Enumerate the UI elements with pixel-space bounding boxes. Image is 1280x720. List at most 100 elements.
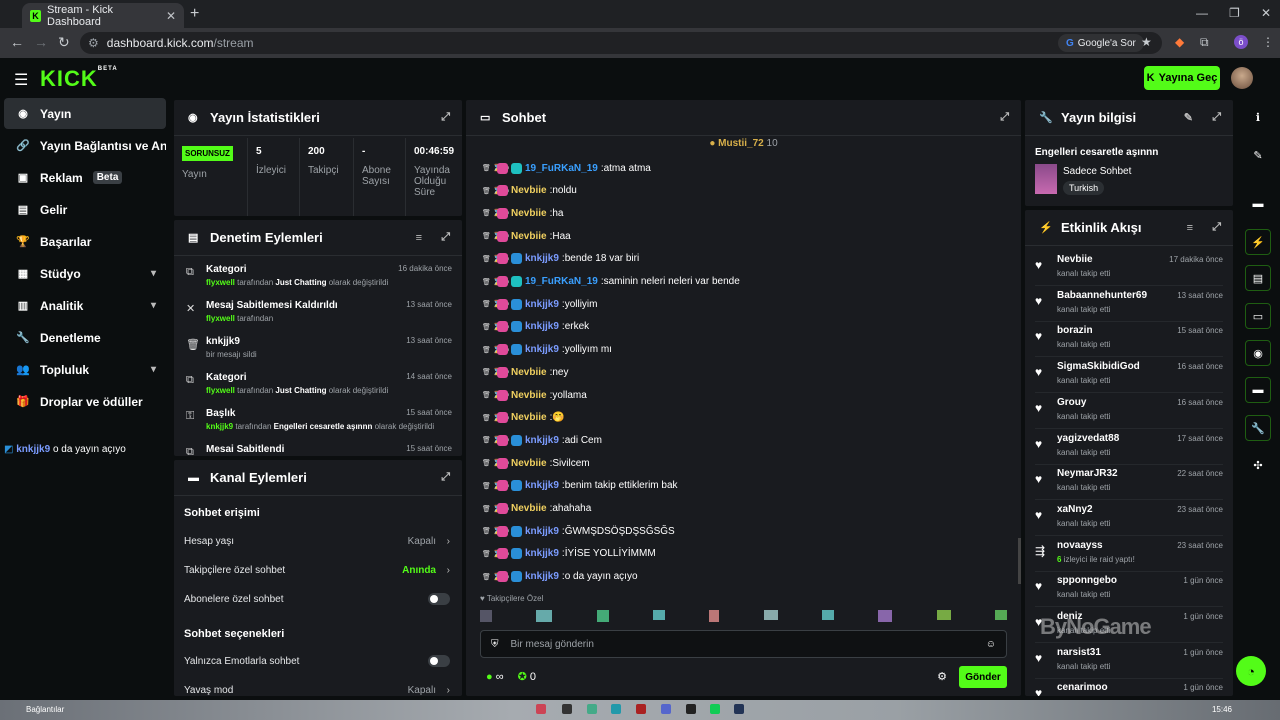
broadcast-icon[interactable]: ◉	[1245, 340, 1271, 366]
reload-icon[interactable]: ↻	[58, 34, 70, 51]
new-tab-button[interactable]: +	[190, 5, 199, 23]
sidebar-item-ads[interactable]: ▣ Reklam Beta	[4, 162, 166, 193]
chat-message[interactable]: 🗑 ⌛ ⊘ Nevbiie: Haa	[482, 226, 571, 246]
sidebar-item-achievements[interactable]: 🏆 Başarılar	[4, 226, 166, 257]
chat-username[interactable]: knkjjk9	[525, 435, 559, 446]
chat-message[interactable]: 🗑 ⌛ ⊘ knkjjk9: bende 18 var biri	[482, 249, 639, 269]
activity-user[interactable]: yagizvedat88	[1057, 433, 1119, 444]
bolt-icon[interactable]: ⚡	[1245, 229, 1271, 255]
back-icon[interactable]: ←	[10, 34, 24, 50]
url-input[interactable]: ⚙ dashboard.kick.com/stream	[80, 32, 1162, 54]
chat-message[interactable]: 🗑 ⌛ ⊘ Nevbiie: yollama	[482, 385, 587, 405]
mod-actions-icon[interactable]: 🗑 ⌛ ⊘	[482, 391, 509, 399]
emote-only-toggle[interactable]	[428, 655, 450, 667]
chat-settings-icon[interactable]: ⚙	[937, 670, 947, 683]
chat-username[interactable]: Nevbiie	[511, 412, 547, 423]
chat-username[interactable]: knkjjk9	[525, 526, 559, 537]
mod-actions-icon[interactable]: 🗑 ⌛ ⊘	[482, 278, 509, 286]
close-tab-icon[interactable]: ✕	[166, 9, 176, 23]
moderator-link[interactable]: flyxwell	[206, 386, 235, 395]
chat-username[interactable]: knkjjk9	[525, 571, 559, 582]
expand-icon[interactable]: ⤢	[1212, 221, 1221, 234]
mod-actions-icon[interactable]: 🗑 ⌛ ⊘	[482, 414, 509, 422]
chat-username[interactable]: knkjjk9	[525, 344, 559, 355]
emote-icon[interactable]	[994, 610, 1007, 620]
emote-icon[interactable]	[709, 610, 720, 622]
mod-actions-icon[interactable]: 🗑 ⌛ ⊘	[482, 573, 509, 581]
chat-scrollbar[interactable]	[1018, 538, 1021, 584]
activity-user[interactable]: spponngebo	[1057, 575, 1117, 586]
chat-message[interactable]: 🗑 ⌛ ⊘ knkjjk9: erkek	[482, 317, 589, 337]
chat-message[interactable]: 🗑 ⌛ ⊘ knkjjk9: o da yayın açıyo	[482, 567, 638, 587]
hamburger-menu-icon[interactable]: ☰	[14, 70, 28, 90]
chat-username[interactable]: knkjjk9	[525, 253, 559, 264]
mod-actions-icon[interactable]: 🗑 ⌛ ⊘	[482, 323, 509, 331]
slow-mode-option[interactable]: Yavaş mod Kapalı ›	[184, 680, 452, 696]
chat-username[interactable]: Nevbiie	[511, 390, 547, 401]
chat-message[interactable]: 🗑 ⌛ ⊘ 19_FuRKaN_19: saminin neleri neleri…	[482, 272, 740, 292]
sidebar-item-yayin[interactable]: ◉ Yayın	[4, 98, 166, 129]
moderator-link[interactable]: knkjjk9	[206, 422, 233, 431]
close-window-button[interactable]: ✕	[1261, 6, 1271, 20]
chat-username[interactable]: knkjjk9	[525, 548, 559, 559]
app-taskbar-icon[interactable]	[536, 704, 546, 714]
chat-message[interactable]: 🗑 ⌛ ⊘ Nevbiie: Sivilcem	[482, 453, 590, 473]
chat-message[interactable]: 🗑 ⌛ ⊘ 19_FuRKaN_19: atma atma	[482, 158, 651, 178]
chat-icon[interactable]: ▭	[1245, 303, 1271, 329]
app-taskbar-icon[interactable]	[636, 704, 646, 714]
list-icon[interactable]: ▤	[1245, 265, 1271, 291]
chat-message[interactable]: 🗑 ⌛ ⊘ Nevbiie: ahahaha	[482, 499, 591, 519]
stats-icon[interactable]: ▬	[1245, 191, 1271, 217]
mod-actions-icon[interactable]: 🗑 ⌛ ⊘	[482, 300, 509, 308]
account-age-option[interactable]: Hesap yaşı Kapalı ›	[184, 531, 452, 551]
mod-actions-icon[interactable]: 🗑 ⌛ ⊘	[482, 482, 509, 490]
language-tag[interactable]: Turkish	[1063, 181, 1105, 195]
mod-actions-icon[interactable]: 🗑 ⌛ ⊘	[482, 209, 509, 217]
widgets-icon[interactable]: ✣	[1245, 452, 1271, 478]
chat-message[interactable]: 🗑 ⌛ ⊘ knkjjk9: yolliyım mı	[482, 340, 612, 360]
help-chat-icon[interactable]: ◔	[1236, 656, 1266, 686]
sidebar-item-drops[interactable]: 🎁 Droplar ve ödüller	[4, 386, 166, 417]
chat-username[interactable]: knkjjk9	[525, 299, 559, 310]
activity-user[interactable]: narsist31	[1057, 647, 1101, 658]
chat-message[interactable]: 🗑 ⌛ ⊘ knkjjk9: ĞWMŞDSÖŞDŞSĞSĞS	[482, 521, 675, 541]
activity-user[interactable]: borazin	[1057, 325, 1093, 336]
emote-icon[interactable]	[480, 610, 492, 622]
chat-message[interactable]: 🗑 ⌛ ⊘ knkjjk9: İYİSE YOLLİYİMMM	[482, 544, 656, 564]
emote-icon[interactable]	[821, 610, 834, 620]
activity-user[interactable]: cenarimoo	[1057, 682, 1108, 693]
emote-icon[interactable]	[763, 610, 778, 620]
emote-icon[interactable]	[652, 610, 665, 620]
sidebar-item-stream-key[interactable]: 🔗Yayın Bağlantısı ve Anahtarı	[4, 130, 166, 161]
chat-message[interactable]: 🗑 ⌛ ⊘ Nevbiie: noldu	[482, 181, 577, 201]
extension-icon[interactable]: ◆	[1175, 35, 1184, 49]
emote-icon[interactable]	[936, 610, 951, 620]
telegram-taskbar-icon[interactable]	[611, 704, 621, 714]
sidebar-item-revenue[interactable]: ▤ Gelir	[4, 194, 166, 225]
chat-message[interactable]: 🗑 ⌛ ⊘ Nevbiie: ney	[482, 362, 568, 382]
expand-icon[interactable]: ⤢	[1000, 111, 1009, 124]
mod-actions-icon[interactable]: 🗑 ⌛ ⊘	[482, 550, 509, 558]
chat-message[interactable]: 🗑 ⌛ ⊘ knkjjk9: yolliyim	[482, 294, 597, 314]
mod-actions-icon[interactable]: 🗑 ⌛ ⊘	[482, 368, 509, 376]
activity-user[interactable]: SigmaSkibidiGod	[1057, 361, 1140, 372]
chat-username[interactable]: Nevbiie	[511, 367, 547, 378]
emote-icon[interactable]	[596, 610, 609, 622]
moderator-link[interactable]: flyxwell	[206, 314, 235, 323]
info-icon[interactable]: ℹ	[1245, 104, 1271, 130]
site-info-icon[interactable]: ⚙	[88, 36, 99, 50]
extensions-puzzle-icon[interactable]: ⧉	[1200, 35, 1209, 50]
activity-user[interactable]: Babaannehunter69	[1057, 290, 1147, 301]
mod-actions-icon[interactable]: 🗑 ⌛ ⊘	[482, 527, 509, 535]
send-button[interactable]: Gönder	[959, 666, 1007, 688]
app-taskbar-icon[interactable]	[686, 704, 696, 714]
chat-username[interactable]: Nevbiie	[511, 208, 547, 219]
browser-tab[interactable]: K Stream - Kick Dashboard ✕	[22, 3, 184, 28]
app-taskbar-icon[interactable]	[562, 704, 572, 714]
activity-user[interactable]: xaNny2	[1057, 504, 1093, 515]
subs-only-toggle[interactable]	[428, 593, 450, 605]
mod-actions-icon[interactable]: 🗑 ⌛ ⊘	[482, 436, 509, 444]
mod-actions-icon[interactable]: 🗑 ⌛ ⊘	[482, 164, 509, 172]
sidebar-item-moderation[interactable]: 🔧 Denetleme	[4, 322, 166, 353]
expand-icon[interactable]: ⤢	[441, 471, 450, 484]
